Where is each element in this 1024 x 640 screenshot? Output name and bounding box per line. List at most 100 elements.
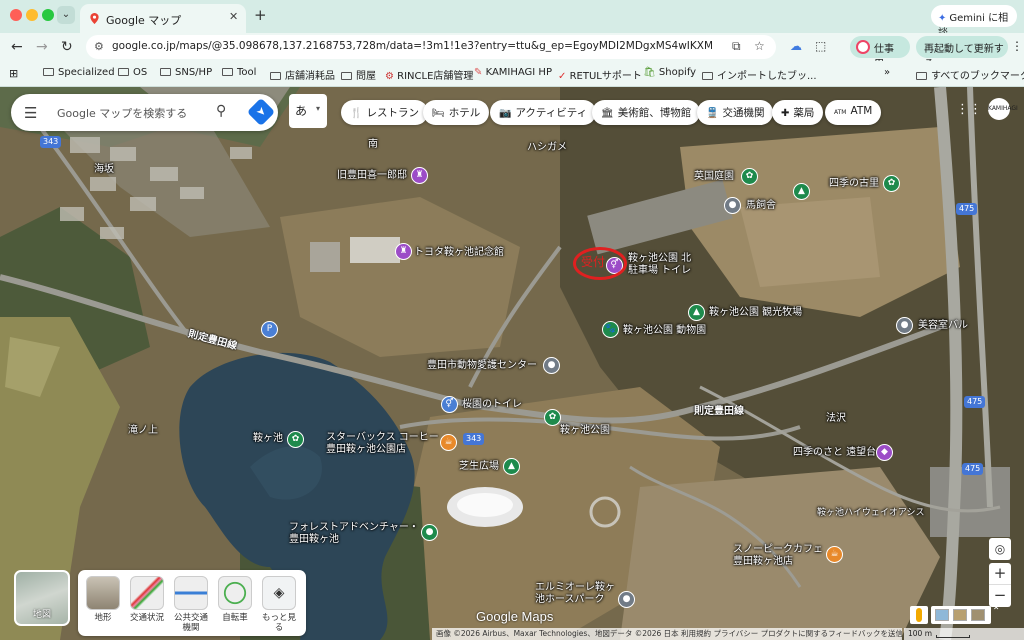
poi-label-bakusha[interactable]: 馬飼舎 <box>746 200 776 212</box>
poi-label-kyu-toyoda[interactable]: 旧豊田喜一郎邸 <box>337 170 407 182</box>
bookmark-retul[interactable]: ✓ RETULサポート <box>558 67 642 82</box>
account-avatar[interactable]: KAMIHAGI <box>988 98 1018 120</box>
relaunch-update-button[interactable]: 再起動して更新する <box>916 36 1008 70</box>
poi-label-biyoushitsu[interactable]: 美容室バル <box>918 320 968 332</box>
directions-icon[interactable]: ➤ <box>246 97 276 127</box>
tab-google-maps[interactable]: Google マップ ✕ <box>80 4 246 33</box>
cafe-pin-icon[interactable]: ☕ <box>826 546 843 563</box>
toilet-pin-icon[interactable]: ⚥ <box>441 396 458 413</box>
address-bar[interactable]: ⚙ google.co.jp/maps/@35.098678,137.21687… <box>86 35 776 59</box>
my-location-icon[interactable]: ◎ <box>989 538 1011 560</box>
layer-toggle-map[interactable]: 地図 <box>14 570 70 626</box>
layer-transit[interactable]: 公共交通機関 <box>172 576 210 633</box>
poi-label-dobutsu-center[interactable]: 豊田市動物愛護センター <box>427 360 537 372</box>
forward-button[interactable]: → <box>36 39 48 55</box>
reload-button[interactable]: ↻ <box>61 39 73 55</box>
gemini-button[interactable]: ✦Gemini に相談 <box>931 5 1017 39</box>
layer-traffic[interactable]: 交通状況 <box>128 576 166 623</box>
extensions-puzzle-icon[interactable]: ⬚ <box>815 39 826 53</box>
poi-label-starbucks[interactable]: スターバックス コーヒー 豊田鞍ヶ池公園店 <box>326 432 439 456</box>
bookmark-folder-wholesale[interactable]: 問屋 <box>341 67 376 82</box>
layer-terrain[interactable]: 地形 <box>84 576 122 623</box>
menu-icon[interactable]: ☰ <box>24 104 37 122</box>
park-pin-icon[interactable]: ✿ <box>883 175 900 192</box>
site-info-icon[interactable]: ⚙ <box>94 40 104 53</box>
chip-hotel[interactable]: 🛏 ホテル <box>423 100 490 125</box>
poi-label-shiba[interactable]: 芝生広場 <box>459 461 499 473</box>
poi-label-kuragaike-park[interactable]: 鞍ヶ池公園 <box>560 425 610 437</box>
museum-pin-icon[interactable]: ♜ <box>395 243 412 260</box>
zoom-out-button[interactable]: − <box>989 585 1011 607</box>
poi-label-shiki-kosato[interactable]: 四季の古里 <box>829 178 879 190</box>
search-placeholder[interactable]: Google マップを検索する <box>57 105 187 121</box>
tree-pin-icon[interactable]: ▲ <box>793 183 810 200</box>
park-pin-icon[interactable]: ✿ <box>287 431 304 448</box>
bookmark-star-icon[interactable]: ☆ <box>754 39 765 53</box>
bookmark-rincle[interactable]: ⚙ RINCLE店舗管理 <box>385 67 473 82</box>
work-profile-button[interactable]: 仕事用 <box>850 36 910 70</box>
layer-more[interactable]: ◈ もっと見る <box>260 576 298 633</box>
all-bookmarks-folder[interactable]: すべてのブックマーク <box>916 67 1024 82</box>
chip-activity[interactable]: 📷 アクティビティ <box>490 100 597 125</box>
chip-pharmacy[interactable]: ✚ 薬局 <box>772 100 824 125</box>
poi-label-zoo[interactable]: 鞍ヶ池公園 動物園 <box>623 325 706 337</box>
url-text[interactable]: google.co.jp/maps/@35.098678,137.2168753… <box>112 40 712 52</box>
chip-transit[interactable]: 🚆 交通機関 <box>697 100 774 125</box>
close-window-button[interactable] <box>10 9 22 21</box>
poi-label-parking-north[interactable]: 鞍ヶ池公園 北 駐車場 トイレ <box>628 253 691 277</box>
chevron-up-icon[interactable]: ⌃ <box>992 606 1006 624</box>
maximize-window-button[interactable] <box>42 9 54 21</box>
minimize-window-button[interactable] <box>26 9 38 21</box>
poi-label-snowpeak[interactable]: スノーピークカフェ 豊田鞍ヶ池店 <box>733 544 823 568</box>
poi-label-oasis[interactable]: 鞍ヶ池ハイウェイオアシス <box>817 507 924 519</box>
park-pin-icon[interactable]: ✿ <box>741 168 758 185</box>
poi-label-eikoku[interactable]: 英国庭園 <box>694 171 734 183</box>
cafe-pin-icon[interactable]: ☕ <box>440 434 457 451</box>
maps-search-box[interactable]: ☰ Google マップを検索する ⚲ ➤ <box>11 94 278 131</box>
zoo-pin-icon[interactable]: 🐾 <box>602 321 619 338</box>
bookmark-folder-sns[interactable]: SNS/HP <box>160 67 212 78</box>
zoom-in-button[interactable]: + <box>989 563 1011 585</box>
place-pin-icon[interactable]: ● <box>724 197 741 214</box>
street-view-pegman-icon[interactable] <box>910 606 928 624</box>
chip-museum[interactable]: 🏛 美術館、博物館 <box>592 100 701 125</box>
place-pin-icon[interactable]: ● <box>896 317 913 334</box>
install-app-icon[interactable]: ⧉ <box>732 39 741 54</box>
tree-pin-icon[interactable]: ▲ <box>503 458 520 475</box>
apps-grid-icon[interactable]: ⊞ <box>9 67 18 80</box>
back-button[interactable]: ← <box>11 39 23 55</box>
chip-restaurant[interactable]: 🍴 レストラン <box>341 100 428 125</box>
extension-cloud-icon[interactable]: ☁ <box>790 39 802 53</box>
bookmark-folder-specialized[interactable]: Specialized <box>43 67 115 78</box>
new-tab-button[interactable]: + <box>254 6 267 24</box>
bookmark-kamihagi[interactable]: ✎ KAMIHAGI HP <box>474 67 552 78</box>
place-pin-icon[interactable]: ● <box>543 357 560 374</box>
bookmark-folder-supplies[interactable]: 店舗消耗品 <box>270 67 335 82</box>
bookmark-folder-os[interactable]: OS <box>118 67 147 78</box>
satellite-map[interactable]: 則定豊田線 則定豊田線 343 343 475 475 475 南 ハシガメ 海… <box>0 87 1024 640</box>
google-apps-icon[interactable]: ⋮⋮ <box>956 102 982 117</box>
place-pin-icon[interactable]: ● <box>421 524 438 541</box>
close-tab-icon[interactable]: ✕ <box>229 10 238 23</box>
poi-label-kankou-farm[interactable]: 鞍ヶ池公園 観光牧場 <box>709 307 802 319</box>
poi-label-kuragaike[interactable]: 鞍ヶ池 <box>253 433 283 445</box>
bookmarks-overflow-button[interactable]: » <box>884 67 890 78</box>
poi-label-enamoru[interactable]: エルミオーレ鞍ヶ 池ホースパーク <box>535 582 615 606</box>
poi-label-shiki-tenbou[interactable]: 四季のさと 遠望台 <box>793 447 876 459</box>
input-method-button[interactable]: あ ▾ <box>289 94 327 128</box>
layer-bicycle[interactable]: 自転車 <box>216 576 254 623</box>
park-pin-icon[interactable]: ✿ <box>544 409 561 426</box>
poi-label-sakura-toilet[interactable]: 桜園のトイレ <box>462 399 522 411</box>
tab-search-icon[interactable]: ⌄ <box>57 6 75 24</box>
bookmark-shopify[interactable]: 🛍 Shopify <box>643 67 696 78</box>
bookmark-folder-tool[interactable]: Tool <box>222 67 256 78</box>
chip-atm[interactable]: ATM ATM <box>825 100 882 125</box>
poi-label-toyota-museum[interactable]: トヨタ鞍ヶ池記念館 <box>414 247 504 259</box>
poi-label-forest[interactable]: フォレストアドベンチャー・ 豊田鞍ヶ池 <box>289 522 419 546</box>
bookmark-folder-imported[interactable]: インポートしたブッ... <box>702 67 817 82</box>
parking-pin-icon[interactable]: P <box>261 321 278 338</box>
tree-pin-icon[interactable]: ▲ <box>688 304 705 321</box>
imagery-thumbnails[interactable] <box>931 606 991 624</box>
museum-pin-icon[interactable]: ♜ <box>411 167 428 184</box>
place-pin-icon[interactable]: ● <box>618 591 635 608</box>
